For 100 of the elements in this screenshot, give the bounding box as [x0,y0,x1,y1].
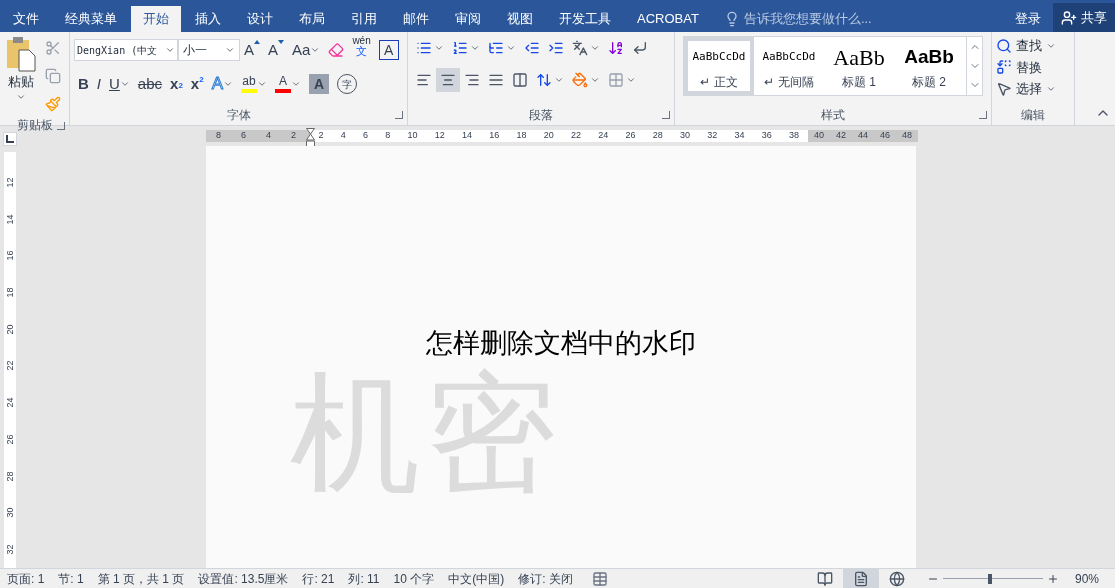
ruler-number: 6 [363,129,369,143]
ruler-number: 8 [385,129,391,143]
strikethrough-button[interactable]: abc [133,72,167,96]
highlight-button[interactable]: ab [237,72,271,96]
caret-icon [225,45,235,55]
sign-in-link[interactable]: 登录 [1003,6,1053,32]
dialog-launcher-icon[interactable] [395,111,403,119]
status-item: 10 个字 [392,570,436,588]
bold-button[interactable]: B [74,72,93,96]
status-item: 设置值: 13.5厘米 [197,570,290,588]
ribbon-tab[interactable]: 开始 [131,6,181,32]
ruler-number: 4 [340,129,346,143]
align-center-button[interactable] [436,68,460,92]
ribbon-tab[interactable]: 审阅 [443,6,493,32]
find-button[interactable]: 查找 [996,36,1070,56]
ribbon-tab[interactable]: 开发工具 [547,6,623,32]
lines-icon [464,72,480,88]
ruler-number: 42 [836,129,846,143]
sort-icon [608,40,624,56]
ruler-number: 40 [814,129,824,143]
font-size-dropdown[interactable]: 小一 [178,39,240,61]
style-option[interactable]: AaBbCcDd ↵ 无间隔 [754,37,824,95]
underline-button[interactable]: U [105,72,134,96]
ribbon-tab[interactable]: 布局 [287,6,337,32]
ruler-number: 22 [571,129,582,143]
group-label: 样式 [821,107,845,124]
status-item: 页面: 1 [6,570,46,588]
book-icon [816,570,833,587]
ruler-number: 14 [5,214,15,225]
macro-record-icon[interactable] [591,570,608,587]
clipboard-icon [5,36,36,72]
ribbon-tab[interactable]: 引用 [339,6,389,32]
dialog-launcher-icon[interactable] [662,111,670,119]
italic-button[interactable]: I [92,72,105,96]
bulleted-list-icon [416,40,432,56]
change-case-button[interactable]: Aa [288,38,325,62]
ruler-number: 30 [680,129,691,143]
style-option[interactable]: AaBb 标题 1 [824,37,894,95]
ribbon-tab[interactable]: 文件 [1,6,51,32]
ruler-number: 28 [5,471,15,482]
zoom-level[interactable]: 90% [1058,569,1115,588]
ruler-number: 48 [902,129,912,143]
caret-icon [470,43,480,53]
ruler-number: 20 [543,129,554,143]
ribbon-tab[interactable]: 插入 [183,6,233,32]
grow-font-button[interactable]: A [240,38,264,62]
character-shading-button[interactable]: A [309,74,329,94]
status-item: 行: 21 [301,570,336,588]
ruler-number: 2 [291,129,296,143]
grid-icon [608,72,624,88]
dialog-launcher-icon[interactable] [57,122,65,130]
ruler-number: 38 [789,129,800,143]
caret-icon [554,75,564,85]
zoom-in-button[interactable] [1046,572,1059,585]
ribbon-tab[interactable]: 视图 [495,6,545,32]
ruler-number: 26 [5,434,15,445]
ribbon-tab[interactable]: ACROBAT [625,6,711,32]
status-item: 中文(中国) [447,570,506,588]
ruler-number: 6 [241,129,246,143]
select-button[interactable]: 选择 [996,79,1070,99]
print-layout-button[interactable] [842,568,879,588]
replace-button[interactable]: 替换 [996,57,1070,77]
indent-marker-icon[interactable] [306,128,315,148]
document-text: 怎样删除文档中的水印 [426,325,696,360]
tell-me-field[interactable]: 告诉我您想要做什么... [743,9,964,29]
ruler-number: 12 [5,177,15,188]
pointer-icon [996,80,1012,97]
phonetic-guide-button[interactable]: wén 文 [348,36,375,64]
shrink-font-button[interactable]: A [264,38,289,62]
superscript-button[interactable]: x$^{2}$ [186,72,208,96]
caret-icon [257,79,267,89]
ruler-number: 44 [858,129,868,143]
tab-selector-icon[interactable] [3,132,17,146]
caret-icon [119,79,130,89]
ribbon-tab[interactable]: 设计 [235,6,285,32]
share-button[interactable]: 共享 [1053,3,1115,32]
zoom-slider[interactable] [942,573,1043,584]
font-name-dropdown[interactable]: DengXian (中文 [74,39,178,61]
ribbon-tab[interactable]: 邮件 [391,6,441,32]
ribbon-tab[interactable]: 经典菜单 [53,6,129,32]
copy-icon [45,68,61,84]
paste-button[interactable]: 粘贴 [4,36,37,116]
ruler-number: 18 [5,287,15,298]
style-option[interactable]: AaBb 标题 2 [894,37,964,95]
caret-icon [590,75,600,85]
font-color-button[interactable]: A [271,72,305,96]
ruler-number: 36 [761,129,772,143]
caret-icon [626,75,636,85]
ruler-number: 2 [318,129,324,143]
style-option[interactable]: AaBbCcDd ↵ 正文 [684,37,754,95]
status-item: 第 1 页，共 1 页 [96,570,186,588]
ruler-number: 34 [734,129,745,143]
up-down-arrow-icon [536,72,552,88]
increase-indent-icon [548,40,564,56]
dialog-launcher-icon[interactable] [979,111,987,119]
ruler-number: 4 [266,129,271,143]
ruler-number: 14 [462,129,473,143]
lines-icon [440,72,456,88]
status-item: 节: 1 [57,570,85,588]
character-border-button[interactable]: A [378,40,399,60]
